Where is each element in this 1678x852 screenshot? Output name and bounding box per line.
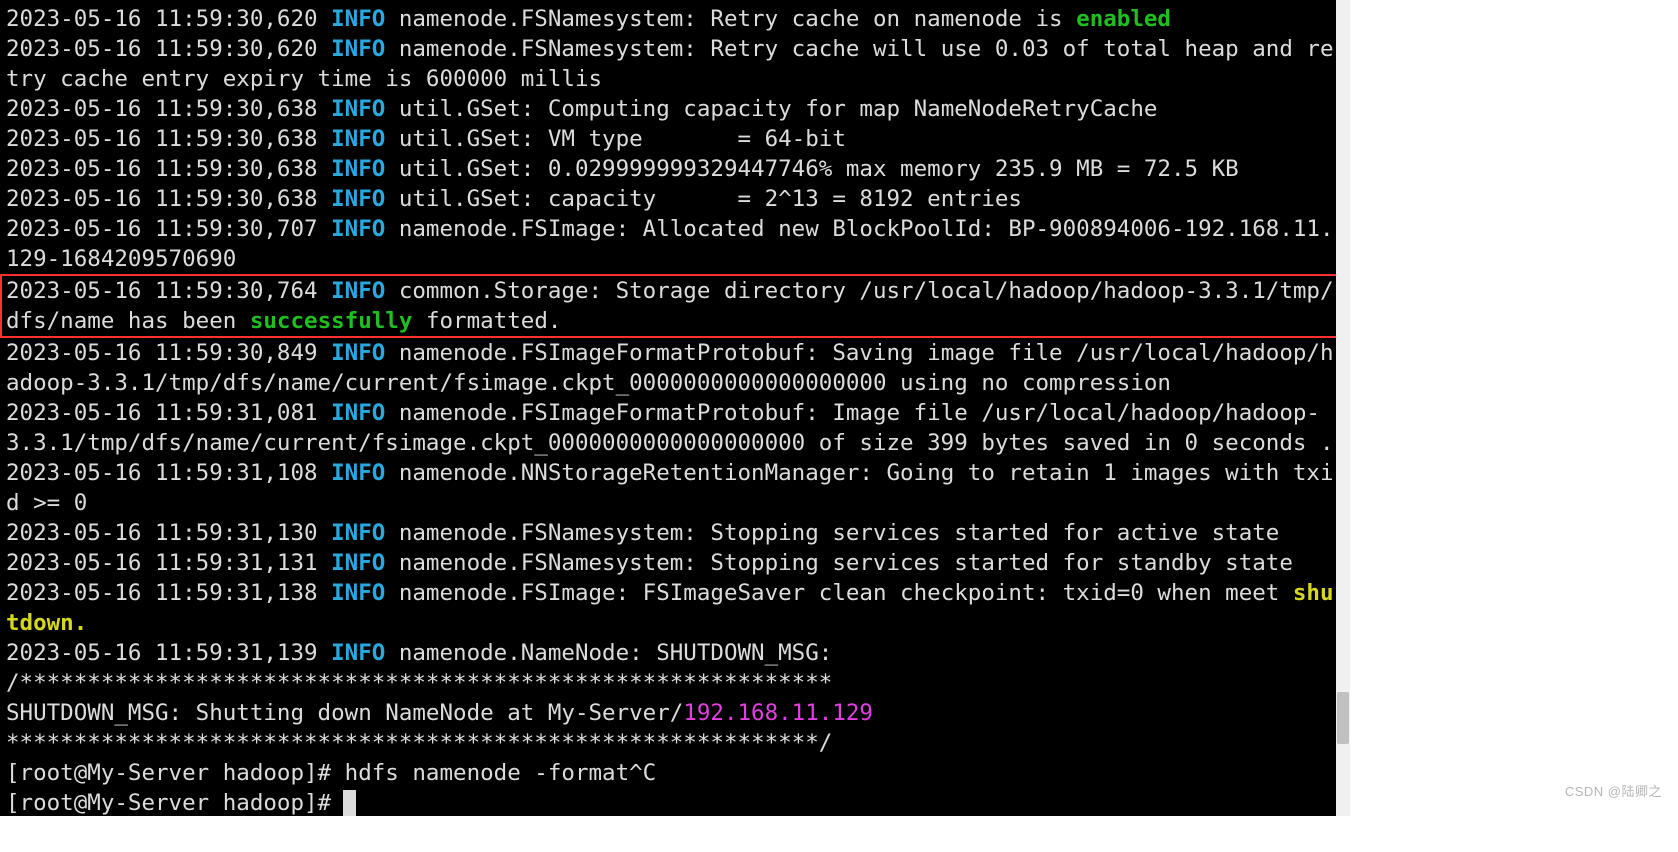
log-line: 2023-05-16 11:59:30,620 INFO namenode.FS… [6, 36, 1334, 92]
log-line: 2023-05-16 11:59:30,638 INFO util.GSet: … [6, 186, 1022, 212]
shutdown-bar: ****************************************… [6, 730, 832, 756]
log-line: 2023-05-16 11:59:31,130 INFO namenode.FS… [6, 520, 1279, 546]
cursor-icon [343, 790, 356, 816]
log-line: 2023-05-16 11:59:31,139 INFO namenode.Na… [6, 640, 846, 666]
scroll-thumb[interactable] [1337, 692, 1349, 744]
log-line: 2023-05-16 11:59:30,638 INFO util.GSet: … [6, 126, 846, 152]
scrollbar[interactable] [1336, 0, 1350, 816]
command-text: hdfs namenode -format^C [345, 760, 657, 786]
log-line: 2023-05-16 11:59:31,081 INFO namenode.FS… [6, 400, 1334, 456]
shell-prompt[interactable]: [root@My-Server hadoop]# [6, 790, 356, 816]
shell-prompt: [root@My-Server hadoop]# hdfs namenode -… [6, 760, 656, 786]
shutdown-bar: /***************************************… [6, 670, 832, 696]
shutdown-msg: SHUTDOWN_MSG: Shutting down NameNode at … [6, 700, 873, 726]
log-line: 2023-05-16 11:59:30,620 INFO namenode.FS… [6, 6, 1171, 32]
log-line: 2023-05-16 11:59:30,638 INFO util.GSet: … [6, 156, 1239, 182]
log-line: 2023-05-16 11:59:31,138 INFO namenode.FS… [6, 580, 1334, 636]
log-line: 2023-05-16 11:59:30,849 INFO namenode.FS… [6, 340, 1334, 396]
highlighted-log-line: 2023-05-16 11:59:30,764 INFO common.Stor… [0, 274, 1340, 338]
log-line: 2023-05-16 11:59:31,108 INFO namenode.NN… [6, 460, 1334, 516]
watermark: CSDN @陆卿之 [1565, 781, 1662, 800]
terminal-output[interactable]: 2023-05-16 11:59:30,620 INFO namenode.FS… [0, 0, 1336, 816]
log-line: 2023-05-16 11:59:30,707 INFO namenode.FS… [6, 216, 1334, 272]
ip-address: 192.168.11.129 [683, 700, 873, 726]
log-line: 2023-05-16 11:59:30,638 INFO util.GSet: … [6, 96, 1157, 122]
log-line: 2023-05-16 11:59:31,131 INFO namenode.FS… [6, 550, 1293, 576]
